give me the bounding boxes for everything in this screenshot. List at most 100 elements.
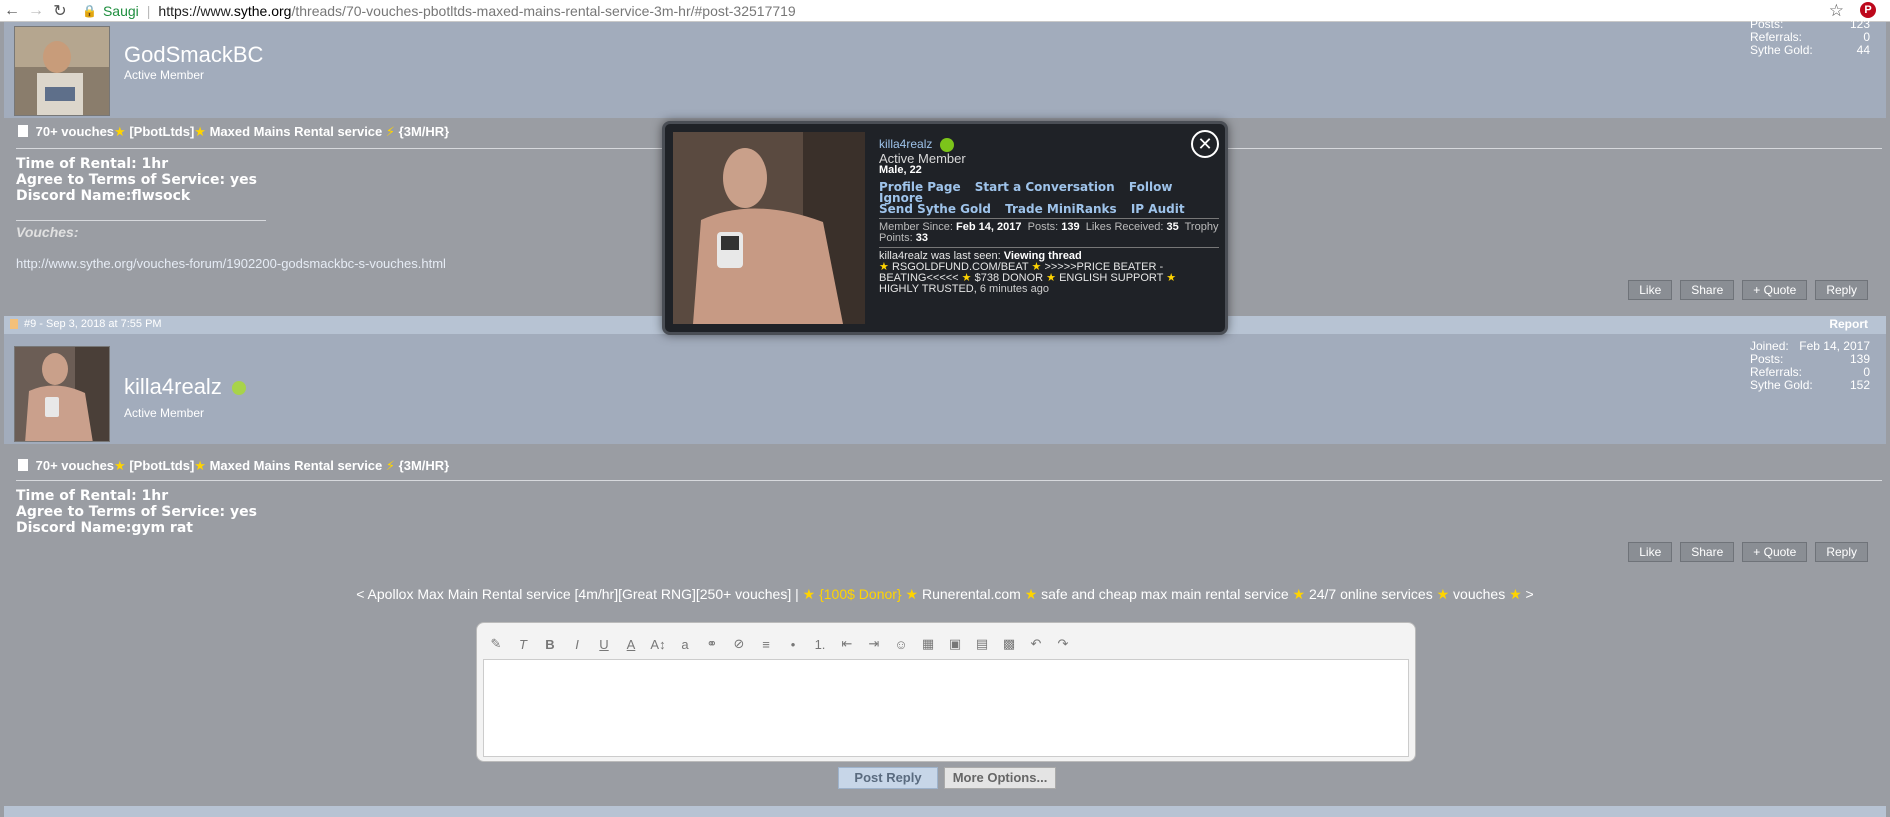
- pinterest-icon[interactable]: P: [1860, 2, 1876, 18]
- indent-icon[interactable]: ⇥: [865, 636, 883, 652]
- thread-part: ENGLISH SUPPORT: [1059, 272, 1164, 284]
- killa-avatar-image: [15, 347, 109, 441]
- vouches-link[interactable]: http://www.sythe.org/vouches-forum/19022…: [16, 256, 446, 271]
- message-line: Agree to Terms of Service: yes: [16, 172, 257, 188]
- report-link[interactable]: Report: [1829, 317, 1868, 331]
- stat-value: 35: [1166, 221, 1179, 233]
- unlink-icon[interactable]: ⊘: [730, 636, 748, 652]
- member-card-name[interactable]: killa4realz: [879, 137, 932, 151]
- member-last-seen: killa4realz was last seen: Viewing threa…: [879, 251, 1219, 295]
- reload-icon[interactable]: ↻: [48, 1, 72, 21]
- font-size-icon[interactable]: A↕: [649, 637, 667, 652]
- stat-value: 139: [1061, 221, 1080, 233]
- smilie-icon[interactable]: ☺: [892, 637, 910, 652]
- stat-label: Likes Received:: [1085, 221, 1164, 233]
- trade-miniranks-link[interactable]: Trade MiniRanks: [1005, 202, 1117, 216]
- quote-button[interactable]: + Quote: [1742, 542, 1808, 562]
- star-icon: ★: [114, 458, 126, 473]
- media-icon[interactable]: ▣: [946, 636, 964, 652]
- star-icon: ★: [802, 586, 816, 602]
- like-button[interactable]: Like: [1628, 280, 1673, 300]
- align-icon[interactable]: ≡: [757, 637, 775, 652]
- outdent-icon[interactable]: ⇤: [838, 636, 856, 652]
- post1-userbar: GodSmackBC Active Member Posts: 123 Refer…: [4, 18, 1886, 118]
- undo-icon[interactable]: ↶: [1027, 636, 1045, 652]
- lightning-icon: ⚡: [385, 458, 396, 473]
- message-line: Discord Name:gym rat: [16, 520, 193, 536]
- font-color-icon[interactable]: A: [622, 637, 640, 652]
- post1-stats: Posts: 123 Referrals: 0 Sythe Gold: 44: [1750, 18, 1870, 57]
- more-options-button[interactable]: More Options...: [944, 767, 1056, 789]
- star-icon: ★: [1166, 272, 1177, 284]
- like-button[interactable]: Like: [1628, 542, 1673, 562]
- quote-button[interactable]: + Quote: [1742, 280, 1808, 300]
- star-icon: ★: [194, 124, 206, 139]
- post2-avatar[interactable]: [14, 346, 110, 442]
- post-doc-icon: [10, 319, 18, 329]
- reply-button[interactable]: Reply: [1815, 280, 1868, 300]
- member-card-popup: ✕ killa4realz Active Member Male, 22 Pro…: [662, 121, 1228, 335]
- font-family-icon[interactable]: a: [676, 637, 694, 652]
- godsmack-avatar-image: [15, 27, 109, 115]
- star-icon: ★: [114, 124, 126, 139]
- post-reply-button[interactable]: Post Reply: [838, 767, 938, 789]
- post1-avatar[interactable]: [14, 26, 110, 116]
- online-status-icon: [940, 138, 955, 152]
- sig-part: >: [1525, 586, 1534, 602]
- doc-icon: [18, 125, 28, 137]
- bullet-list-icon[interactable]: •: [784, 637, 802, 652]
- stat-value: 44: [1856, 43, 1870, 57]
- share-button[interactable]: Share: [1680, 542, 1735, 562]
- ip-audit-link[interactable]: IP Audit: [1131, 202, 1185, 216]
- post2-userbar: killa4realz Active Member Joined: Feb 14,…: [4, 334, 1886, 444]
- member-photo-image: [673, 132, 865, 324]
- sig-part: {100$ Donor}: [819, 586, 902, 602]
- member-card-info: killa4realz Active Member Male, 22 Profi…: [879, 138, 1219, 295]
- link-icon[interactable]: ⚭: [703, 636, 721, 652]
- reply-textarea[interactable]: [483, 659, 1409, 757]
- follow-link[interactable]: Follow: [1129, 180, 1173, 194]
- popup-divider: [879, 247, 1219, 248]
- post2-username[interactable]: killa4realz: [124, 374, 246, 400]
- star-icon: ★: [194, 458, 206, 473]
- switch-mode-icon[interactable]: ✎: [487, 636, 505, 652]
- post2-thread-title[interactable]: 70+ vouches★ [PbotLtds]★ Maxed Mains Ren…: [18, 458, 449, 474]
- stat-label: Sythe Gold:: [1750, 378, 1813, 392]
- bold-icon[interactable]: B: [541, 637, 559, 652]
- insert-icon[interactable]: ▤: [973, 636, 991, 652]
- post-permalink[interactable]: #9 - Sep 3, 2018 at 7:55 PM: [24, 318, 162, 330]
- star-icon: ★: [1436, 586, 1450, 602]
- url-scheme: https://www.: [158, 2, 234, 19]
- reply-button[interactable]: Reply: [1815, 542, 1868, 562]
- post1-username[interactable]: GodSmackBC: [124, 42, 263, 68]
- send-gold-link[interactable]: Send Sythe Gold: [879, 202, 991, 216]
- back-arrow-icon[interactable]: ←: [0, 2, 24, 20]
- reply-editor: ✎ T B I U A A↕ a ⚭ ⊘ ≡ • 1. ⇤ ⇥ ☺ ▦ ▣ ▤ …: [476, 622, 1416, 762]
- redo-icon[interactable]: ↷: [1054, 636, 1072, 652]
- url-field[interactable]: https://www.sythe.org/threads/70-vouches…: [158, 3, 795, 19]
- message-line: Time of Rental: 1hr: [16, 488, 169, 504]
- post2-message: Time of Rental: 1hr Agree to Terms of Se…: [16, 488, 257, 536]
- remove-format-icon[interactable]: T: [514, 637, 532, 652]
- underline-icon[interactable]: U: [595, 637, 613, 652]
- share-button[interactable]: Share: [1680, 280, 1735, 300]
- stat-label: Sythe Gold:: [1750, 43, 1813, 57]
- post2-username-text: killa4realz: [124, 374, 222, 399]
- stat-value: 33: [915, 232, 928, 244]
- forward-arrow-icon[interactable]: →: [24, 2, 48, 20]
- post1-thread-title[interactable]: 70+ vouches★ [PbotLtds]★ Maxed Mains Ren…: [18, 124, 449, 140]
- stat-value: 152: [1849, 378, 1870, 392]
- star-icon: ★: [905, 586, 919, 602]
- save-draft-icon[interactable]: ▩: [1000, 636, 1018, 652]
- numbered-list-icon[interactable]: 1.: [811, 637, 829, 652]
- start-conversation-link[interactable]: Start a Conversation: [975, 180, 1115, 194]
- popup-divider: [879, 218, 1219, 219]
- lock-icon: 🔒: [82, 3, 97, 18]
- italic-icon[interactable]: I: [568, 637, 586, 652]
- stat-value: Feb 14, 2017: [956, 221, 1022, 233]
- post1-message: Time of Rental: 1hr Agree to Terms of Se…: [16, 156, 257, 204]
- editor-toolbar: ✎ T B I U A A↕ a ⚭ ⊘ ≡ • 1. ⇤ ⇥ ☺ ▦ ▣ ▤ …: [487, 631, 1072, 657]
- sponsor-signature-line[interactable]: < Apollox Max Main Rental service [4m/hr…: [0, 586, 1890, 603]
- message-line: Time of Rental: 1hr: [16, 156, 169, 172]
- image-icon[interactable]: ▦: [919, 636, 937, 652]
